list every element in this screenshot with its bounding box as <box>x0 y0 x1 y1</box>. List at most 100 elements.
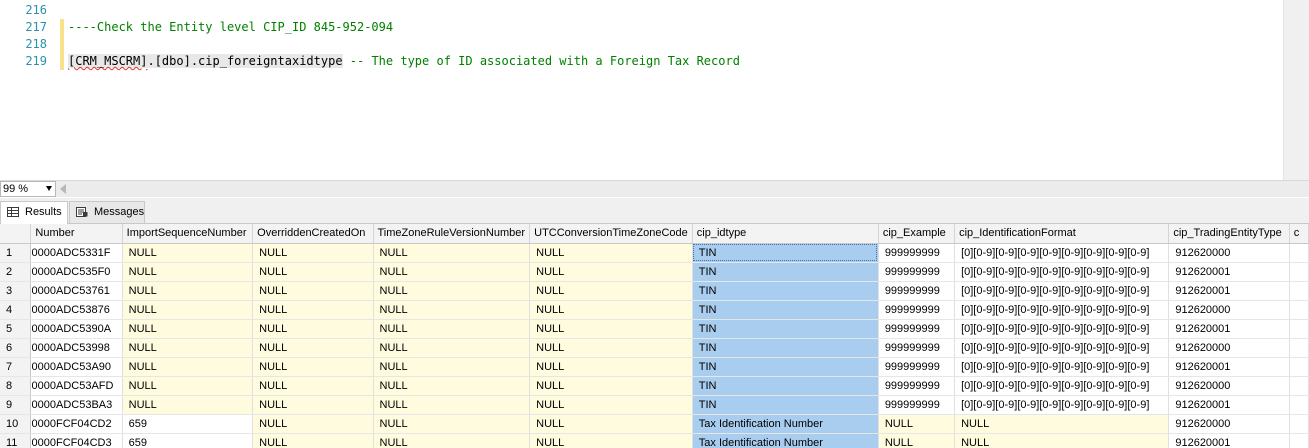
grid-cell[interactable]: 999999999 <box>878 300 956 320</box>
column-header[interactable] <box>0 224 32 244</box>
column-header[interactable]: ImportSequenceNumber <box>122 224 254 244</box>
row-number[interactable]: 11 <box>0 433 32 448</box>
table-row[interactable]: 8 00000ADC53AFD NULL NULL NULL NULL TIN 9999999… <box>0 376 1309 396</box>
grid-cell-null[interactable]: NULL <box>373 319 531 339</box>
grid-cell-null[interactable]: NULL <box>529 376 693 396</box>
grid-cell[interactable]: 912620000 <box>1168 243 1290 263</box>
row-number[interactable]: 1 <box>0 243 32 263</box>
grid-cell-null[interactable]: NULL <box>373 262 531 282</box>
grid-cell[interactable]: 999999999 <box>878 281 956 301</box>
code-line[interactable]: 219 [CRM_MSCRM].[dbo].cip_foreigntaxidtyp… <box>0 53 1280 70</box>
grid-cell[interactable]: 912620001 <box>1168 357 1290 377</box>
grid-cell-selected[interactable]: TIN <box>692 319 879 339</box>
grid-cell-null[interactable]: NULL <box>122 262 254 282</box>
grid-cell[interactable]: 00000ADC53876 <box>30 300 123 320</box>
grid-cell-null[interactable]: NULL <box>373 281 531 301</box>
table-row[interactable]: 2 00000ADC535F0 NULL NULL NULL NULL TIN 9999999… <box>0 262 1309 282</box>
grid-cell[interactable]: [0][0-9][0-9][0-9][0-9][0-9][0-9][0-9][0… <box>954 243 1170 263</box>
grid-cell[interactable] <box>1289 262 1309 282</box>
grid-cell-null[interactable]: NULL <box>252 433 374 448</box>
column-header[interactable]: Number <box>30 224 123 244</box>
grid-cell[interactable]: 912620001 <box>1168 281 1290 301</box>
grid-cell[interactable]: 999999999 <box>878 376 956 396</box>
grid-cell[interactable]: 00000ADC53998 <box>30 338 123 358</box>
grid-cell-null[interactable]: NULL <box>373 357 531 377</box>
row-number[interactable]: 3 <box>0 281 32 301</box>
row-number[interactable]: 4 <box>0 300 32 320</box>
grid-cell-null[interactable]: NULL <box>373 243 531 263</box>
grid-cell[interactable] <box>1289 376 1309 396</box>
grid-cell[interactable] <box>1289 243 1309 263</box>
grid-cell[interactable]: 999999999 <box>878 319 956 339</box>
grid-cell[interactable]: 00000ADC53BA3 <box>30 395 123 415</box>
column-header[interactable]: c <box>1289 224 1309 244</box>
grid-cell-null[interactable]: NULL <box>252 319 374 339</box>
table-row[interactable]: 6 00000ADC53998 NULL NULL NULL NULL TIN 9999999… <box>0 338 1309 358</box>
column-header[interactable]: cip_TradingEntityType <box>1168 224 1290 244</box>
column-header[interactable]: TimeZoneRuleVersionNumber <box>373 224 531 244</box>
grid-cell-null[interactable]: NULL <box>373 433 531 448</box>
table-row[interactable]: 3 00000ADC53761 NULL NULL NULL NULL TIN 9999999… <box>0 281 1309 301</box>
table-row[interactable]: 5 00000ADC5390A NULL NULL NULL NULL TIN 9999999… <box>0 319 1309 339</box>
row-number[interactable]: 6 <box>0 338 32 358</box>
grid-cell-selected[interactable]: TIN <box>692 300 879 320</box>
grid-cell-null[interactable]: NULL <box>252 395 374 415</box>
grid-cell-null[interactable]: NULL <box>529 395 693 415</box>
table-row[interactable]: 9 00000ADC53BA3 NULL NULL NULL NULL TIN 9999999… <box>0 395 1309 415</box>
grid-cell[interactable]: 00000FCF04CD3 <box>30 433 123 448</box>
grid-cell-null[interactable]: NULL <box>122 281 254 301</box>
grid-cell-null[interactable]: NULL <box>122 338 254 358</box>
grid-cell-null[interactable]: NULL <box>122 357 254 377</box>
grid-cell-selected[interactable]: TIN <box>692 281 879 301</box>
code-line[interactable]: 217 ----Check the Entity level CIP_ID 845… <box>0 19 1280 36</box>
grid-cell-null[interactable]: NULL <box>529 338 693 358</box>
grid-cell-selected[interactable]: Tax Identification Number <box>692 433 879 448</box>
row-number[interactable]: 8 <box>0 376 32 396</box>
grid-cell[interactable]: 00000ADC53761 <box>30 281 123 301</box>
grid-cell-null[interactable]: NULL <box>252 281 374 301</box>
row-number[interactable]: 2 <box>0 262 32 282</box>
grid-cell[interactable]: 912620000 <box>1168 414 1290 434</box>
grid-cell-selected[interactable]: TIN <box>692 338 879 358</box>
grid-cell-null[interactable]: NULL <box>529 262 693 282</box>
grid-cell[interactable]: [0][0-9][0-9][0-9][0-9][0-9][0-9][0-9][0… <box>954 300 1170 320</box>
grid-cell-null[interactable]: NULL <box>954 414 1170 434</box>
grid-cell-null[interactable]: NULL <box>122 319 254 339</box>
table-row[interactable]: 11 00000FCF04CD3 659 NULL NULL NULL Tax Identi… <box>0 433 1309 448</box>
grid-cell[interactable]: 999999999 <box>878 338 956 358</box>
grid-cell[interactable]: [0][0-9][0-9][0-9][0-9][0-9][0-9][0-9][0… <box>954 357 1170 377</box>
results-grid[interactable]: Number ImportSequenceNumber OverriddenCrea… <box>0 224 1309 448</box>
grid-cell-null[interactable]: NULL <box>252 243 374 263</box>
grid-cell[interactable]: 912620001 <box>1168 262 1290 282</box>
grid-cell[interactable]: 999999999 <box>878 395 956 415</box>
table-row[interactable]: 4 00000ADC53876 NULL NULL NULL NULL TIN 9999999… <box>0 300 1309 320</box>
zoom-dropdown[interactable]: 99 % <box>0 181 56 197</box>
grid-cell[interactable]: 912620000 <box>1168 300 1290 320</box>
grid-cell-null[interactable]: NULL <box>252 414 374 434</box>
grid-cell[interactable] <box>1289 338 1309 358</box>
grid-cell-null[interactable]: NULL <box>122 300 254 320</box>
grid-cell-selected[interactable]: TIN <box>692 395 879 415</box>
grid-cell[interactable]: 00000ADC53A90 <box>30 357 123 377</box>
grid-cell-null[interactable]: NULL <box>373 338 531 358</box>
row-number[interactable]: 5 <box>0 319 32 339</box>
grid-cell-null[interactable]: NULL <box>373 376 531 396</box>
grid-cell-null[interactable]: NULL <box>878 414 956 434</box>
grid-cell[interactable]: 912620000 <box>1168 376 1290 396</box>
grid-cell-null[interactable]: NULL <box>122 243 254 263</box>
grid-cell-null[interactable]: NULL <box>954 433 1170 448</box>
grid-cell-null[interactable]: NULL <box>529 281 693 301</box>
grid-cell[interactable] <box>1289 300 1309 320</box>
grid-cell[interactable] <box>1289 395 1309 415</box>
grid-cell[interactable]: 00000ADC5390A <box>30 319 123 339</box>
grid-cell-null[interactable]: NULL <box>252 300 374 320</box>
grid-cell-null[interactable]: NULL <box>529 243 693 263</box>
grid-cell-null[interactable]: NULL <box>252 376 374 396</box>
grid-cell[interactable]: 659 <box>122 433 254 448</box>
grid-cell-null[interactable]: NULL <box>252 338 374 358</box>
grid-cell[interactable]: 999999999 <box>878 357 956 377</box>
row-number[interactable]: 9 <box>0 395 32 415</box>
results-table[interactable]: Number ImportSequenceNumber OverriddenCrea… <box>0 224 1309 448</box>
grid-cell[interactable] <box>1289 433 1309 448</box>
column-header[interactable]: cip_IdentificationFormat <box>954 224 1170 244</box>
